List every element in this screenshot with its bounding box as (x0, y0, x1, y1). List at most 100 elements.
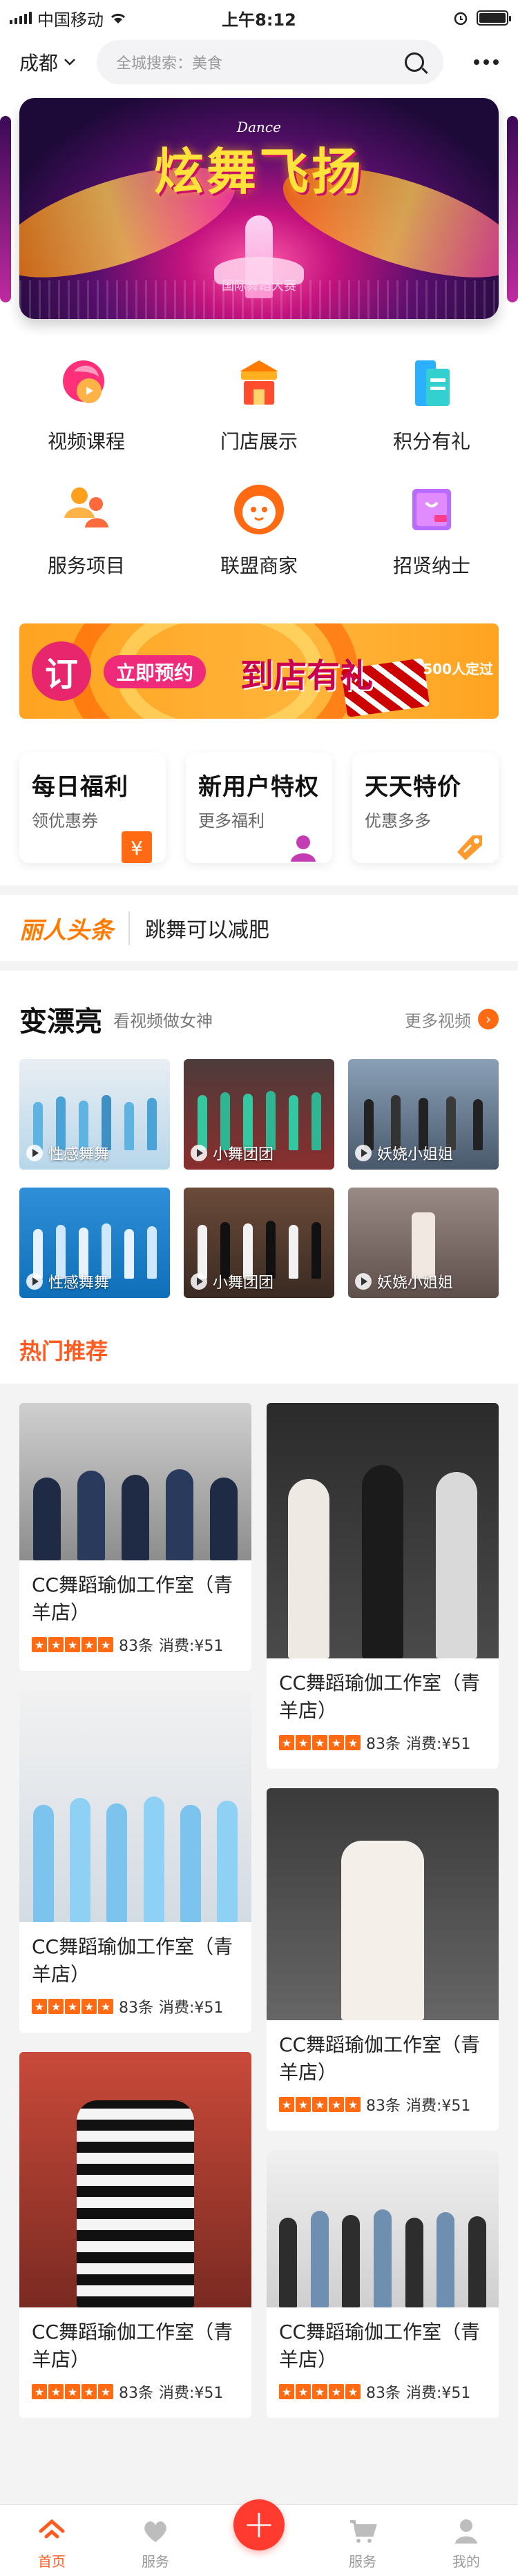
card-daily-benefit[interactable]: 每日福利 领优惠券 ¥ (19, 753, 166, 863)
tab-add[interactable]: + (207, 2499, 311, 2576)
tab-label: 我的 (452, 2553, 480, 2570)
cart-icon (347, 2516, 378, 2546)
card-daily-deal[interactable]: 天天特价 优惠多多 (352, 753, 499, 863)
search-input[interactable]: 全城搜索：美食 (97, 40, 443, 84)
grid-label: 积分有礼 (392, 430, 470, 453)
feed-card-meta: ★ ★ ★ ★ ★ 83条 消费:¥51 (267, 2376, 499, 2418)
grid-item-points[interactable]: 积分有礼 (345, 345, 518, 469)
studio-photo (19, 1403, 251, 1560)
card-new-user[interactable]: 新用户特权 更多福利 (186, 753, 332, 863)
recommend-feed: CC舞蹈瑜伽工作室（青羊店） ★ ★ ★ ★ ★ 83条 消费:¥51 CC舞蹈瑜伽工作… (0, 1384, 518, 2506)
rating-stars-icon: ★ ★ ★ ★ ★ (279, 1735, 361, 1750)
more-videos-link[interactable]: 更多视频 › (405, 1007, 499, 1032)
news-ticker[interactable]: 丽人头条 跳舞可以减肥 (0, 885, 518, 971)
tab-cart[interactable]: 服务 (311, 2505, 414, 2576)
studio-photo (19, 1690, 251, 1922)
banner-caption: 国际舞蹈大赛 (222, 279, 296, 293)
feature-grid: 视频课程 门店展示 积分有礼 服务项目 联盟商家 招贤纳士 (0, 345, 518, 594)
rating-stars-icon: ★ ★ ★ ★ ★ (32, 1999, 113, 2014)
avg-price: 消费:¥51 (406, 1736, 471, 1753)
feed-column-left: CC舞蹈瑜伽工作室（青羊店） ★ ★ ★ ★ ★ 83条 消费:¥51 CC舞蹈瑜伽工作… (19, 1403, 251, 2437)
feed-card-meta: ★ ★ ★ ★ ★ 83条 消费:¥51 (19, 2376, 251, 2418)
rating-stars-icon: ★ ★ ★ ★ ★ (279, 2097, 361, 2112)
search-placeholder: 全城搜索：美食 (116, 55, 223, 72)
video-thumb[interactable]: 妖娆小姐姐 (348, 1188, 499, 1298)
rating-stars-icon: ★ ★ ★ ★ ★ (32, 1637, 113, 1652)
feed-card[interactable]: CC舞蹈瑜伽工作室（青羊店） ★ ★ ★ ★ ★ 83条 消费:¥51 (19, 2052, 251, 2418)
promo-headline: 到店有礼 (240, 657, 374, 695)
feed-card[interactable]: CC舞蹈瑜伽工作室（青羊店） ★ ★ ★ ★ ★ 83条 消费:¥51 (19, 1403, 251, 1671)
video-thumb[interactable]: 性感舞舞 (19, 1059, 170, 1170)
play-icon (26, 1273, 43, 1290)
review-count: 83条 (366, 1736, 401, 1753)
video-figures (184, 1217, 334, 1279)
grid-item-merchant[interactable]: 联盟商家 (173, 469, 345, 594)
feed-card-title: CC舞蹈瑜伽工作室（青羊店） (279, 1672, 481, 1722)
tab-profile[interactable]: 我的 (414, 2505, 518, 2576)
avg-price: 消费:¥51 (159, 2385, 224, 2402)
news-ticker-text[interactable]: 跳舞可以减肥 (145, 913, 269, 943)
banner-next-peek (507, 116, 518, 302)
grid-item-store[interactable]: 门店展示 (173, 345, 345, 469)
benefit-cards: 每日福利 领优惠券 ¥ 新用户特权 更多福利 天天特价 优惠多多 (19, 753, 499, 863)
chevron-down-icon (64, 59, 75, 66)
card-title: 新用户特权 (198, 773, 319, 801)
video-caption: 性感舞舞 (26, 1270, 109, 1292)
search-icon[interactable] (405, 52, 424, 72)
bottom-tab-bar: 首页 服务 + 服务 我的 (0, 2499, 518, 2576)
more-menu-icon[interactable] (443, 59, 499, 65)
feed-card[interactable]: CC舞蹈瑜伽工作室（青羊店） ★ ★ ★ ★ ★ 83条 消费:¥51 (267, 1403, 499, 1769)
avg-price: 消费:¥51 (406, 2098, 471, 2115)
store-icon (226, 351, 292, 417)
city-selector[interactable]: 成都 (19, 48, 97, 76)
grid-item-service[interactable]: 服务项目 (0, 469, 173, 594)
video-caption: 性感舞舞 (26, 1142, 109, 1164)
video-caption: 妖娆小姐姐 (355, 1142, 453, 1164)
status-bar: 中国移动 上午8:12 (0, 0, 518, 36)
feed-card-title: CC舞蹈瑜伽工作室（青羊店） (279, 2321, 481, 2371)
heart-icon (140, 2516, 171, 2546)
feed-card[interactable]: CC舞蹈瑜伽工作室（青羊店） ★ ★ ★ ★ ★ 83条 消费:¥51 (267, 2150, 499, 2418)
feed-card-meta: ★ ★ ★ ★ ★ 83条 消费:¥51 (267, 2089, 499, 2131)
top-nav: 成都 全城搜索：美食 (0, 39, 518, 86)
card-title: 天天特价 (365, 773, 461, 801)
feed-card-meta: ★ ★ ★ ★ ★ 83条 消费:¥51 (267, 1727, 499, 1769)
feed-card[interactable]: CC舞蹈瑜伽工作室（青羊店） ★ ★ ★ ★ ★ 83条 消费:¥51 (267, 1788, 499, 2131)
avg-price: 消费:¥51 (159, 1999, 224, 2017)
tab-label: 首页 (38, 2553, 66, 2570)
grid-item-video-course[interactable]: 视频课程 (0, 345, 173, 469)
feed-card[interactable]: CC舞蹈瑜伽工作室（青羊店） ★ ★ ★ ★ ★ 83条 消费:¥51 (19, 1690, 251, 2033)
video-section-subtitle: 看视频做女神 (113, 1011, 213, 1031)
banner-carousel[interactable]: Dance 炫舞飞扬 国际舞蹈大赛 (0, 98, 518, 319)
video-thumb[interactable]: 妖娆小姐姐 (348, 1059, 499, 1170)
video-thumb[interactable]: 性感舞舞 (19, 1188, 170, 1298)
tab-label: 服务 (142, 2553, 169, 2570)
video-thumb[interactable]: 小舞团团 (184, 1188, 334, 1298)
news-ticker-logo: 丽人头条 (19, 911, 130, 945)
avg-price: 消费:¥51 (159, 1638, 224, 1655)
video-figures (184, 1088, 334, 1150)
plus-icon[interactable]: + (233, 2499, 285, 2550)
banner-slide[interactable]: Dance 炫舞飞扬 国际舞蹈大赛 (19, 98, 499, 319)
tab-home[interactable]: 首页 (0, 2505, 104, 2576)
tab-service[interactable]: 服务 (104, 2505, 207, 2576)
video-figures (348, 1212, 499, 1279)
book-now-button[interactable]: 立即预约 (104, 655, 207, 688)
coupon-yen-icon: ¥ (120, 827, 153, 863)
grid-label: 视频课程 (47, 430, 125, 453)
tab-label: 服务 (349, 2553, 376, 2570)
grid-label: 联盟商家 (220, 554, 298, 577)
recruit-icon (399, 475, 465, 541)
chevron-right-icon: › (478, 1009, 499, 1029)
battery-icon (477, 10, 511, 26)
feed-card-meta: ★ ★ ★ ★ ★ 83条 消费:¥51 (19, 1991, 251, 2033)
promo-banner[interactable]: 订 立即预约 到店有礼 500人定过 (19, 623, 499, 719)
review-count: 83条 (366, 2098, 401, 2115)
grid-label: 门店展示 (220, 430, 298, 453)
card-title: 每日福利 (32, 773, 128, 801)
feed-card-title: CC舞蹈瑜伽工作室（青羊店） (279, 2033, 481, 2084)
video-thumb[interactable]: 小舞团团 (184, 1059, 334, 1170)
rating-stars-icon: ★ ★ ★ ★ ★ (32, 2384, 113, 2399)
video-caption: 小舞团团 (191, 1270, 274, 1292)
grid-item-recruit[interactable]: 招贤纳士 (345, 469, 518, 594)
